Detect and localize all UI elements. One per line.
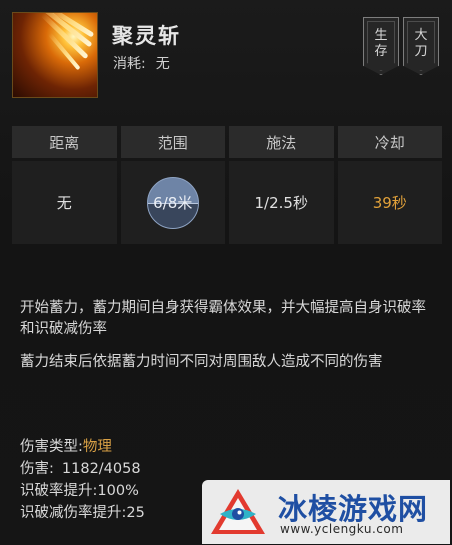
stat-cooldown: 冷却 39秒 bbox=[337, 126, 442, 244]
stat-header: 施法 bbox=[229, 126, 334, 158]
attribute-label: 识破率提升: bbox=[20, 483, 98, 499]
range-value: 6/8米 bbox=[153, 194, 193, 212]
attribute-row: 伤害类型: 物理 bbox=[20, 436, 145, 458]
slash-burst-icon bbox=[12, 12, 98, 98]
cost-row: 消耗: 无 bbox=[113, 53, 170, 73]
stat-cast: 施法 1/2.5秒 bbox=[229, 126, 334, 244]
site-watermark: 冰棱游戏网 www.yclengku.com bbox=[202, 480, 450, 544]
stat-range: 范围 6/8米 bbox=[120, 126, 225, 244]
attribute-row: 识破减伤率提升: 25 bbox=[20, 502, 145, 524]
tag-line1: 大 bbox=[414, 28, 428, 43]
stat-header: 距离 bbox=[12, 126, 117, 158]
attribute-label: 识破减伤率提升: bbox=[20, 505, 127, 521]
attribute-label: 伤害类型: bbox=[20, 439, 83, 455]
stat-value-range: 6/8米 bbox=[120, 161, 225, 244]
stat-value: 1/2.5秒 bbox=[229, 161, 334, 244]
cost-label: 消耗: bbox=[113, 56, 146, 72]
tag-line2: 存 bbox=[374, 44, 388, 59]
attribute-value: 100% bbox=[97, 483, 139, 499]
stat-header: 冷却 bbox=[337, 126, 442, 158]
attribute-value: 物理 bbox=[82, 439, 112, 455]
watermark-url: www.yclengku.com bbox=[280, 522, 404, 536]
site-logo-icon bbox=[211, 489, 265, 534]
stat-distance: 距离 无 bbox=[12, 126, 117, 244]
attribute-list: 伤害类型: 物理 伤害: 1182/4058 识破率提升: 100% 识破减伤率… bbox=[20, 436, 145, 524]
stat-value-cooldown: 39秒 bbox=[337, 161, 442, 244]
skill-description: 开始蓄力，蓄力期间自身获得霸体效果，并大幅提高自身识破率和识破减伤率 蓄力结束后… bbox=[20, 298, 440, 385]
cost-value: 无 bbox=[155, 56, 170, 72]
skill-tooltip-panel: 聚灵斩 消耗: 无 生 存 大 刀 距离 无 范围 6/8米 施法 1/2.5秒 bbox=[0, 0, 452, 545]
attribute-row: 伤害: 1182/4058 bbox=[20, 458, 145, 480]
attribute-value: 1182/4058 bbox=[61, 461, 141, 477]
skill-name: 聚灵斩 bbox=[112, 24, 181, 48]
attribute-label: 伤害: bbox=[20, 461, 54, 477]
stat-value: 无 bbox=[12, 161, 117, 244]
description-paragraph: 蓄力结束后依据蓄力时间不同对周围敌人造成不同的伤害 bbox=[20, 354, 383, 370]
tag-line1: 生 bbox=[374, 28, 388, 43]
tag-broadsword: 大 刀 bbox=[403, 17, 439, 75]
attribute-value: 25 bbox=[126, 505, 145, 521]
description-paragraph: 开始蓄力，蓄力期间自身获得霸体效果，并大幅提高自身识破率和识破减伤率 bbox=[20, 300, 426, 337]
tag-survival: 生 存 bbox=[363, 17, 399, 75]
attribute-row: 识破率提升: 100% bbox=[20, 480, 145, 502]
tag-line2: 刀 bbox=[414, 44, 428, 59]
stat-header: 范围 bbox=[120, 126, 225, 158]
stats-table: 距离 无 范围 6/8米 施法 1/2.5秒 冷却 39秒 bbox=[12, 126, 442, 244]
